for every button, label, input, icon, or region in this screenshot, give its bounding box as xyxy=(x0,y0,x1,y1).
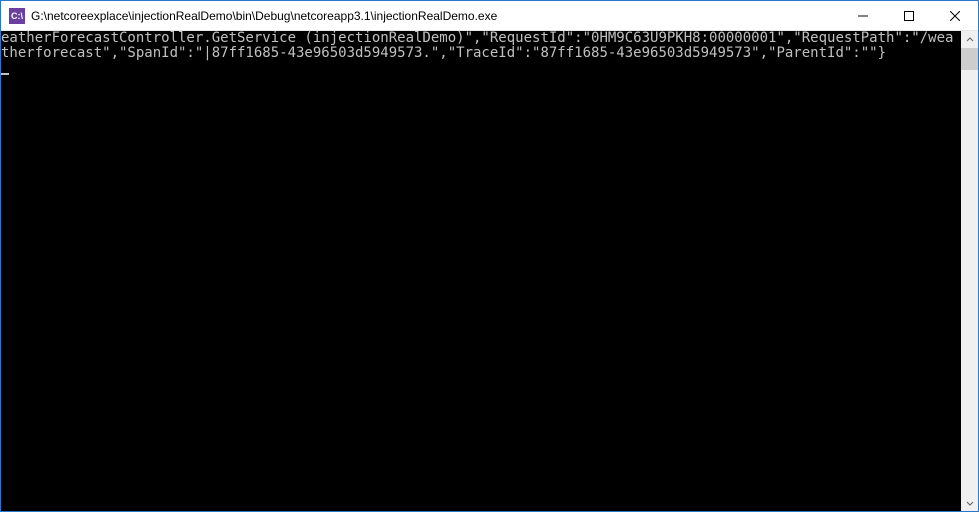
console-wrapper: eatherForecastController.GetService (inj… xyxy=(1,31,978,511)
maximize-button[interactable] xyxy=(886,1,932,30)
scroll-thumb[interactable] xyxy=(961,48,978,70)
minimize-icon xyxy=(858,11,868,21)
console-window: C:\ G:\netcoreexplace\injectionRealDemo\… xyxy=(0,0,979,512)
cursor xyxy=(1,73,9,75)
close-icon xyxy=(950,11,960,21)
scroll-down-button[interactable] xyxy=(961,494,978,511)
scroll-up-button[interactable] xyxy=(961,31,978,48)
maximize-icon xyxy=(904,11,914,21)
scroll-track[interactable] xyxy=(961,48,978,494)
titlebar: C:\ G:\netcoreexplace\injectionRealDemo\… xyxy=(1,1,978,31)
window-title: G:\netcoreexplace\injectionRealDemo\bin\… xyxy=(31,9,840,23)
app-icon: C:\ xyxy=(9,8,25,24)
close-button[interactable] xyxy=(932,1,978,30)
console-output[interactable]: eatherForecastController.GetService (inj… xyxy=(1,31,961,511)
chevron-up-icon xyxy=(966,36,974,44)
vertical-scrollbar[interactable] xyxy=(961,31,978,511)
minimize-button[interactable] xyxy=(840,1,886,30)
console-line: eatherForecastController.GetService (inj… xyxy=(1,31,953,61)
window-controls xyxy=(840,1,978,30)
chevron-down-icon xyxy=(966,499,974,507)
